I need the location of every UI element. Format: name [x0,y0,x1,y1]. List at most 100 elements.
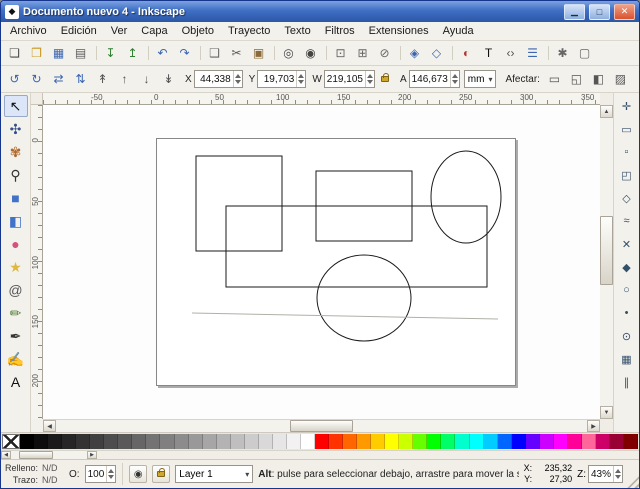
import-button[interactable]: ↧ [100,43,121,63]
zoom-drawing-button[interactable]: ◎ [278,43,299,63]
color-swatch[interactable] [132,434,146,449]
zoom-page-button[interactable]: ◉ [300,43,321,63]
x-position-input[interactable]: 44,338 [194,70,243,88]
unlink-clone-button[interactable]: ⊘ [374,43,395,63]
color-swatch[interactable] [624,434,638,449]
spiral-tool[interactable]: @ [4,279,28,301]
palette-scroll-track[interactable] [11,451,87,459]
color-swatch[interactable] [470,434,484,449]
selector-tool[interactable]: ↖ [4,95,28,117]
color-swatch[interactable] [484,434,498,449]
color-swatch[interactable] [20,434,34,449]
scroll-left-icon[interactable]: ◀ [43,420,56,432]
raise-to-top-button[interactable]: ↟ [92,69,113,89]
snap-nodes-toggle[interactable]: ◇ [616,187,638,209]
ellipse-shape[interactable] [431,151,501,243]
spinner-arrows-icon[interactable] [365,71,374,87]
preferences-button[interactable]: ✱ [552,43,573,63]
maximize-button[interactable]: □ [589,4,610,20]
rectangle-tool[interactable]: ■ [4,187,28,209]
menu-archivo[interactable]: Archivo [3,22,54,40]
fill-stroke-button[interactable]: ◐ [456,43,477,63]
calligraphy-tool[interactable]: ✍ [4,348,28,370]
document-properties-button[interactable]: ▢ [574,43,595,63]
spinner-arrows-icon[interactable] [296,71,305,87]
affect-gradients-toggle[interactable]: ◧ [588,69,609,89]
layer-visibility-button[interactable]: ◉ [129,465,147,483]
color-swatch[interactable] [48,434,62,449]
save-button[interactable]: ▦ [48,43,69,63]
lower-to-bottom-button[interactable]: ↡ [158,69,179,89]
affect-patterns-toggle[interactable]: ▨ [610,69,631,89]
color-swatch[interactable] [245,434,259,449]
close-button[interactable]: ✕ [614,4,635,20]
tweak-tool[interactable]: ✾ [4,141,28,163]
color-swatch[interactable] [104,434,118,449]
no-color-swatch[interactable] [2,434,20,449]
color-swatch[interactable] [526,434,540,449]
menu-ayuda[interactable]: Ayuda [436,22,481,40]
box3d-tool[interactable]: ◧ [4,210,28,232]
clone-button[interactable]: ⊞ [352,43,373,63]
color-swatch[interactable] [175,434,189,449]
spinner-arrows-icon[interactable] [450,71,459,87]
y-position-input[interactable]: 19,703 [257,70,306,88]
print-button[interactable]: ▤ [70,43,91,63]
width-input[interactable]: 219,105 [324,70,375,88]
snap-bbox-toggle[interactable]: ▭ [616,118,638,140]
color-swatch[interactable] [582,434,596,449]
lower-button[interactable]: ↓ [136,69,157,89]
raise-button[interactable]: ↑ [114,69,135,89]
horizontal-scroll-thumb[interactable] [290,420,354,432]
resize-grip[interactable] [626,475,639,488]
xml-editor-button[interactable]: ‹› [500,43,521,63]
palette-scrollbar[interactable]: ◀ ▶ [1,451,97,459]
snap-midpoints-toggle[interactable]: • [616,302,638,324]
snap-enable-toggle[interactable]: ✛ [616,95,638,117]
title-bar[interactable]: ◆ Documento nuevo 4 - Inkscape ▁ □ ✕ [1,1,639,22]
affect-corners-toggle[interactable]: ◱ [566,69,587,89]
color-swatch[interactable] [301,434,315,449]
color-swatch[interactable] [259,434,273,449]
spinner-arrows-icon[interactable] [233,71,242,87]
line-shape[interactable] [192,313,498,319]
flip-horizontal-button[interactable]: ⇄ [48,69,69,89]
lock-ratio-button[interactable] [377,70,393,88]
new-document-button[interactable]: ❏ [4,43,25,63]
color-swatch[interactable] [568,434,582,449]
color-swatch[interactable] [441,434,455,449]
minimize-button[interactable]: ▁ [564,4,585,20]
menu-trayecto[interactable]: Trayecto [221,22,277,40]
color-swatch[interactable] [62,434,76,449]
text-dialog-button[interactable]: T [478,43,499,63]
scroll-up-icon[interactable]: ▲ [600,105,613,118]
cut-button[interactable]: ✂ [226,43,247,63]
canvas[interactable] [43,105,600,419]
snap-guides-toggle[interactable]: ∥ [616,371,638,393]
export-button[interactable]: ↥ [122,43,143,63]
snap-centers-toggle[interactable]: ⊙ [616,325,638,347]
layer-lock-button[interactable] [152,465,170,483]
color-swatch[interactable] [610,434,624,449]
rotate-ccw-button[interactable]: ↺ [4,69,25,89]
zoom-tool[interactable]: ⚲ [4,164,28,186]
horizontal-scroll-track[interactable] [56,420,587,432]
color-swatch[interactable] [371,434,385,449]
snap-grid-toggle[interactable]: ▦ [616,348,638,370]
zoom-input[interactable]: 43% [588,465,623,483]
color-swatch[interactable] [554,434,568,449]
align-dialog-button[interactable]: ☰ [522,43,543,63]
color-swatch[interactable] [287,434,301,449]
undo-button[interactable]: ↶ [152,43,173,63]
flip-vertical-button[interactable]: ⇅ [70,69,91,89]
open-document-button[interactable]: ❒ [26,43,47,63]
color-swatch[interactable] [90,434,104,449]
color-swatch[interactable] [189,434,203,449]
paste-button[interactable]: ▣ [248,43,269,63]
star-tool[interactable]: ★ [4,256,28,278]
color-swatch[interactable] [540,434,554,449]
color-swatch[interactable] [118,434,132,449]
copy-button[interactable]: ❑ [204,43,225,63]
color-swatch[interactable] [34,434,48,449]
color-swatch[interactable] [498,434,512,449]
